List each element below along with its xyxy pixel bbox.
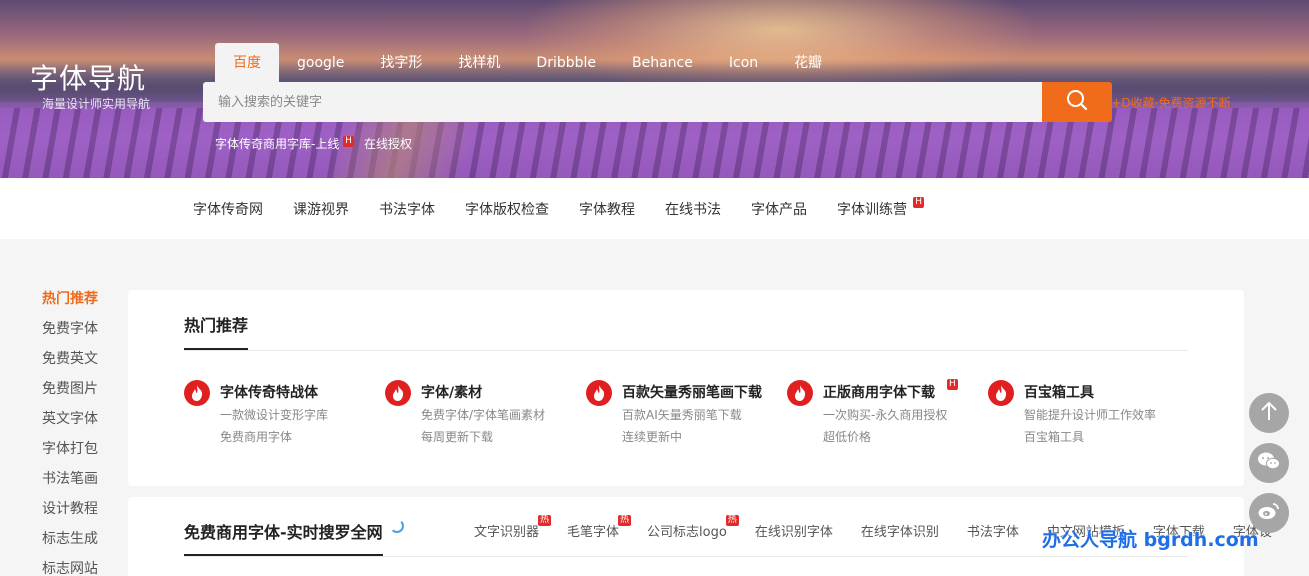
- hot-badge: H: [913, 196, 924, 208]
- nav-item[interactable]: 字体产品: [736, 199, 822, 219]
- hot-word-label: 字体传奇商用字库-上线: [215, 137, 340, 151]
- sidebar-item[interactable]: 免费字体: [42, 318, 98, 348]
- tab-huaban[interactable]: 花瓣: [776, 43, 840, 82]
- hot-item-desc: 免费字体/字体笔画素材: [421, 408, 546, 422]
- sidebar-item[interactable]: 免费英文: [42, 348, 98, 378]
- search-bar: [203, 82, 1112, 122]
- site-watermark: 办公人导航 bgrdh.com: [1042, 529, 1259, 551]
- logo-subtitle: 海量设计师实用导航: [42, 97, 151, 111]
- hot-item-desc: 一次购买-永久商用授权: [823, 408, 948, 422]
- hot-badge: H: [343, 136, 354, 147]
- quick-link-label: 公司标志logo: [647, 525, 727, 540]
- hot-item-title: 百宝箱工具: [1024, 385, 1094, 401]
- hot-item-desc: 免费商用字体: [220, 430, 293, 444]
- main-nav: 字体传奇网 课游视界 书法字体 字体版权检查 字体教程 在线书法 字体产品 字体…: [0, 178, 1309, 239]
- tab-zhaozixing[interactable]: 找字形: [362, 43, 440, 82]
- hot-badge: H: [947, 379, 958, 390]
- section-title: 免费商用字体-实时搜罗全网: [184, 523, 383, 542]
- hot-item[interactable]: 字体传奇特战体 一款微设计变形字库 免费商用字体: [184, 380, 384, 450]
- sidebar-item-hot[interactable]: 热门推荐: [42, 288, 98, 318]
- fire-icon: [988, 380, 1014, 406]
- hot-recommend-card: 热门推荐 字体传奇特战体 一款微设计变形字库 免费商用字体 字体/素材 免费字体…: [128, 290, 1244, 486]
- quick-link[interactable]: 在线识别字体: [755, 521, 833, 540]
- hot-search-words: 字体传奇商用字库-上线 H 在线授权: [215, 135, 412, 152]
- fire-icon: [385, 380, 411, 406]
- sidebar-item[interactable]: 标志生成: [42, 528, 98, 558]
- hot-badge: 热: [538, 515, 552, 526]
- hot-badge: 热: [618, 515, 632, 526]
- search-engine-tabs: 百度 google 找字形 找样机 Dribbble Behance Icon …: [215, 43, 840, 82]
- section-divider: [184, 350, 1188, 351]
- hot-item[interactable]: 正版商用字体下载 H 一次购买-永久商用授权 超低价格: [787, 379, 987, 450]
- hot-item[interactable]: 字体/素材 免费字体/字体笔画素材 每周更新下载: [385, 380, 585, 450]
- nav-item-label: 字体训练营: [837, 201, 907, 218]
- wechat-button[interactable]: [1249, 443, 1289, 483]
- quick-link[interactable]: 书法字体: [967, 521, 1019, 540]
- hot-word-link[interactable]: 在线授权: [364, 135, 412, 152]
- tab-baidu[interactable]: 百度: [215, 43, 279, 82]
- back-to-top-button[interactable]: [1249, 393, 1289, 433]
- fire-icon: [586, 380, 612, 406]
- quick-link[interactable]: 文字识别器热: [474, 515, 552, 540]
- sidebar-item[interactable]: 设计教程: [42, 498, 98, 528]
- hot-item-desc: 每周更新下载: [421, 430, 494, 444]
- weibo-icon: [1257, 501, 1281, 525]
- hot-item-title: 正版商用字体下载: [823, 385, 935, 401]
- quick-link-label: 文字识别器: [474, 525, 540, 540]
- section-divider: [184, 556, 1188, 557]
- fire-icon: [787, 380, 813, 406]
- hot-item-desc: 智能提升设计师工作效率: [1024, 408, 1157, 422]
- section-title-underline: [184, 554, 383, 556]
- search-icon: [1065, 88, 1089, 116]
- hot-item-desc: 连续更新中: [622, 430, 683, 444]
- site-logo[interactable]: 字体导航 海量设计师实用导航: [30, 64, 150, 112]
- quick-link[interactable]: 在线字体识别: [861, 521, 939, 540]
- fire-icon: [184, 380, 210, 406]
- tab-behance[interactable]: Behance: [614, 43, 711, 82]
- nav-item[interactable]: 书法字体: [364, 199, 450, 219]
- hot-item-desc: 百宝箱工具: [1024, 430, 1085, 444]
- arrow-up-icon: [1259, 400, 1279, 426]
- nav-item[interactable]: 课游视界: [278, 199, 364, 219]
- quick-link[interactable]: 毛笔字体热: [567, 515, 632, 540]
- hot-item-title: 百款矢量秀丽笔画下载: [622, 385, 762, 401]
- section-title: 热门推荐: [184, 316, 249, 335]
- quick-link-label: 毛笔字体: [567, 525, 620, 540]
- sidebar-item[interactable]: 字体打包: [42, 438, 98, 468]
- loading-spinner-icon: [390, 519, 404, 533]
- section-title-underline: [184, 348, 248, 350]
- hot-item[interactable]: 百款矢量秀丽笔画下载 百款AI矢量秀丽笔下载 连续更新中: [586, 380, 786, 450]
- search-input[interactable]: [203, 82, 1042, 122]
- nav-item-with-badge[interactable]: 字体训练营 H: [822, 196, 924, 219]
- tab-dribbble[interactable]: Dribbble: [518, 43, 614, 82]
- category-sidebar: 热门推荐 免费字体 免费英文 免费图片 英文字体 字体打包 书法笔画 设计教程 …: [42, 288, 98, 576]
- wechat-icon: [1257, 451, 1281, 475]
- quick-link[interactable]: 公司标志logo 热: [647, 515, 739, 540]
- hot-badge: 热: [725, 515, 739, 526]
- nav-item[interactable]: 字体教程: [564, 199, 650, 219]
- hot-word-link[interactable]: 字体传奇商用字库-上线 H: [215, 135, 354, 152]
- nav-item[interactable]: 字体传奇网: [178, 199, 278, 219]
- sidebar-item[interactable]: 免费图片: [42, 378, 98, 408]
- hot-item-desc: 百款AI矢量秀丽笔下载: [622, 408, 742, 422]
- tab-google[interactable]: google: [279, 43, 362, 82]
- sidebar-item[interactable]: 标志网站: [42, 558, 98, 576]
- bookmark-hint: Ctrl+D收藏·免费资源不断: [1090, 96, 1231, 110]
- logo-title: 字体导航: [30, 62, 147, 95]
- hot-item-title: 字体传奇特战体: [220, 385, 318, 401]
- tab-zhaoyangji[interactable]: 找样机: [440, 43, 518, 82]
- sidebar-item[interactable]: 书法笔画: [42, 468, 98, 498]
- hot-item-desc: 超低价格: [823, 430, 872, 444]
- sidebar-item[interactable]: 英文字体: [42, 408, 98, 438]
- hot-item-title: 字体/素材: [421, 385, 483, 401]
- nav-item[interactable]: 在线书法: [650, 199, 736, 219]
- hot-item-desc: 一款微设计变形字库: [220, 408, 329, 422]
- tab-icon[interactable]: Icon: [711, 43, 776, 82]
- hot-item[interactable]: 百宝箱工具 智能提升设计师工作效率 百宝箱工具: [988, 380, 1188, 450]
- nav-item[interactable]: 字体版权检查: [450, 199, 564, 219]
- header-banner: 字体导航 海量设计师实用导航 百度 google 找字形 找样机 Dribbbl…: [0, 0, 1309, 178]
